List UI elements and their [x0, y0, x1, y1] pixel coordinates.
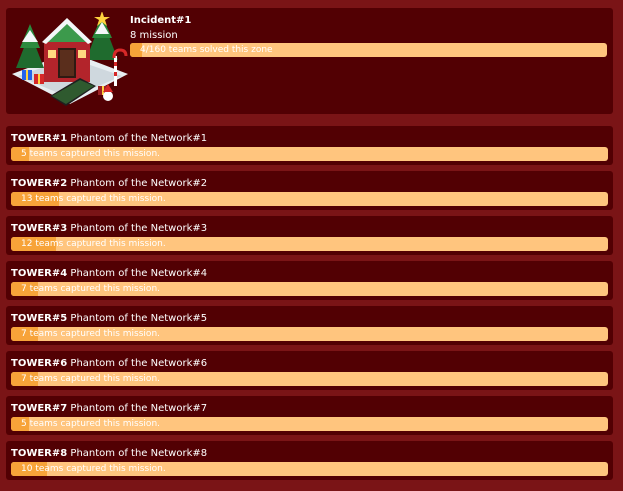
mission-card[interactable]: TOWER#4 Phantom of the Network#4 7 teams… — [6, 261, 613, 300]
mission-heading: TOWER#2 Phantom of the Network#2 — [11, 178, 207, 189]
mission-card[interactable]: TOWER#6 Phantom of the Network#6 7 teams… — [6, 351, 613, 390]
mission-card[interactable]: TOWER#5 Phantom of the Network#5 7 teams… — [6, 306, 613, 345]
mission-name: Phantom of the Network#4 — [70, 268, 208, 279]
mission-heading: TOWER#4 Phantom of the Network#4 — [11, 268, 207, 279]
mission-name: Phantom of the Network#8 — [70, 448, 208, 459]
mission-name: Phantom of the Network#1 — [70, 133, 208, 144]
mission-progress-text: 12 teams captured this mission. — [21, 239, 166, 249]
mission-name: Phantom of the Network#2 — [70, 178, 208, 189]
mission-progress-text: 10 teams captured this mission. — [21, 464, 166, 474]
mission-heading: TOWER#5 Phantom of the Network#5 — [11, 313, 207, 324]
tower-label: TOWER#3 — [11, 223, 68, 234]
tower-label: TOWER#5 — [11, 313, 68, 324]
mission-progress-bar: 13 teams captured this mission. — [11, 192, 608, 206]
mission-card[interactable]: TOWER#7 Phantom of the Network#7 5 teams… — [6, 396, 613, 435]
mission-name: Phantom of the Network#6 — [70, 358, 208, 369]
christmas-house-icon — [10, 11, 130, 112]
mission-heading: TOWER#1 Phantom of the Network#1 — [11, 133, 207, 144]
mission-progress-bar: 7 teams captured this mission. — [11, 372, 608, 386]
mission-progress-text: 7 teams captured this mission. — [21, 374, 161, 384]
mission-progress-text: 5 teams captured this mission. — [21, 149, 161, 159]
zone-card[interactable]: Incident#1 8 mission 4/160 teams solved … — [6, 8, 613, 114]
zone-progress-text: 4/160 teams solved this zone — [140, 45, 273, 55]
mission-card[interactable]: TOWER#1 Phantom of the Network#1 5 teams… — [6, 126, 613, 165]
mission-name: Phantom of the Network#7 — [70, 403, 208, 414]
mission-progress-text: 13 teams captured this mission. — [21, 194, 166, 204]
mission-name: Phantom of the Network#5 — [70, 313, 208, 324]
mission-card[interactable]: TOWER#8 Phantom of the Network#8 10 team… — [6, 441, 613, 480]
zone-mission-count: 8 mission — [130, 30, 178, 41]
mission-progress-text: 7 teams captured this mission. — [21, 329, 161, 339]
tower-label: TOWER#8 — [11, 448, 68, 459]
mission-progress-bar: 10 teams captured this mission. — [11, 462, 608, 476]
zone-progress-bar: 4/160 teams solved this zone — [130, 43, 607, 57]
mission-heading: TOWER#8 Phantom of the Network#8 — [11, 448, 207, 459]
tower-label: TOWER#2 — [11, 178, 68, 189]
mission-progress-bar: 5 teams captured this mission. — [11, 417, 608, 431]
mission-progress-bar: 7 teams captured this mission. — [11, 327, 608, 341]
tower-label: TOWER#1 — [11, 133, 68, 144]
mission-progress-bar: 12 teams captured this mission. — [11, 237, 608, 251]
tower-label: TOWER#4 — [11, 268, 68, 279]
tower-label: TOWER#6 — [11, 358, 68, 369]
mission-heading: TOWER#7 Phantom of the Network#7 — [11, 403, 207, 414]
mission-name: Phantom of the Network#3 — [70, 223, 208, 234]
mission-progress-text: 7 teams captured this mission. — [21, 284, 161, 294]
tower-label: TOWER#7 — [11, 403, 68, 414]
mission-card[interactable]: TOWER#3 Phantom of the Network#3 12 team… — [6, 216, 613, 255]
mission-progress-bar: 7 teams captured this mission. — [11, 282, 608, 296]
mission-heading: TOWER#3 Phantom of the Network#3 — [11, 223, 207, 234]
mission-list: TOWER#1 Phantom of the Network#1 5 teams… — [6, 126, 613, 486]
mission-progress-bar: 5 teams captured this mission. — [11, 147, 608, 161]
mission-heading: TOWER#6 Phantom of the Network#6 — [11, 358, 207, 369]
zone-title: Incident#1 — [130, 15, 192, 26]
mission-card[interactable]: TOWER#2 Phantom of the Network#2 13 team… — [6, 171, 613, 210]
mission-progress-text: 5 teams captured this mission. — [21, 419, 161, 429]
